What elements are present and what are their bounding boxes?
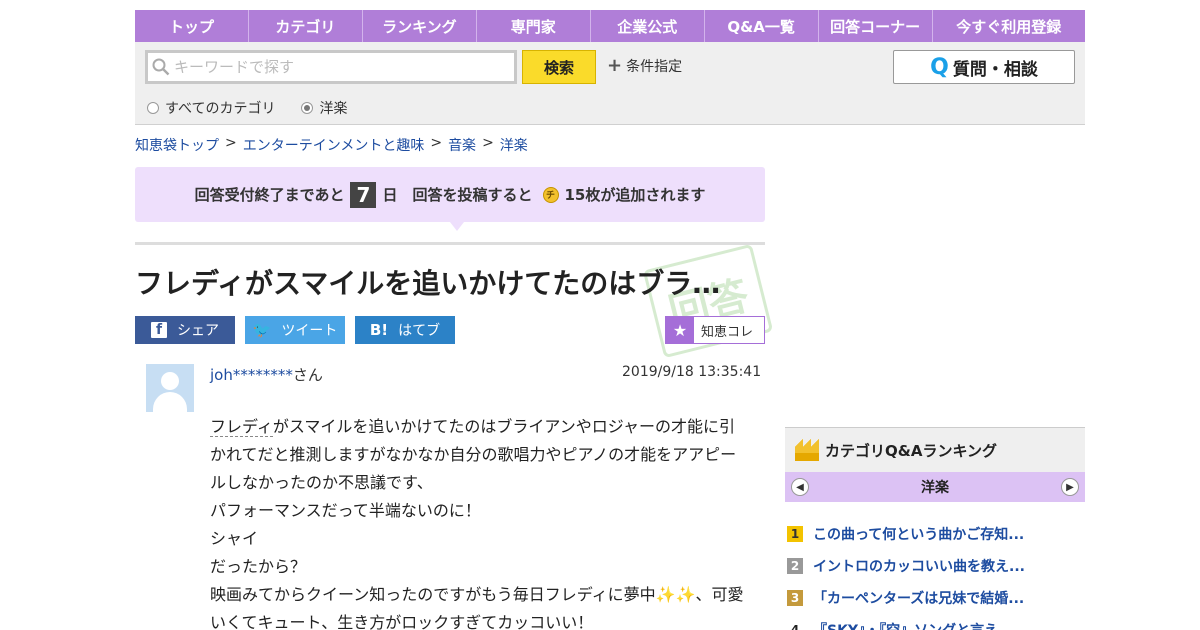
breadcrumb-top[interactable]: 知恵袋トップ (135, 135, 219, 155)
nav-qa-list[interactable]: Q&A一覧 (705, 10, 819, 42)
nav-ranking[interactable]: ランキング (363, 10, 477, 42)
search-input[interactable] (174, 58, 504, 76)
twitter-share-button[interactable]: 🐦 ツイート (245, 316, 345, 344)
question-line: パフォーマンスだって半端ないのに！ (210, 501, 481, 520)
question-line: だったから？ (210, 557, 307, 576)
banner-pointer (450, 222, 464, 231)
list-item: 3 「カーペンターズは兄妹で結婚... (785, 582, 1085, 614)
list-item: 2 イントロのカッコいい曲を教え... (785, 550, 1085, 582)
rank-number: 3 (787, 590, 803, 606)
ranking-link[interactable]: イントロのカッコいい曲を教え... (813, 556, 1025, 576)
rank-number: 1 (787, 526, 803, 542)
category-radio-group: すべてのカテゴリ 洋楽 (147, 98, 347, 118)
ranking-link[interactable]: この曲って何という曲かご存知... (813, 524, 1024, 544)
question-line: シャイ (210, 529, 259, 548)
crown-icon (795, 439, 819, 461)
hatena-share-label: はてブ (398, 323, 441, 339)
ranking-list: 1 この曲って何という曲かご存知... 2 イントロのカッコいい曲を教え... … (785, 518, 1085, 630)
chiekore-button[interactable]: ★ 知恵コレ (665, 316, 765, 344)
radio-dot (147, 102, 159, 114)
radio-dot-selected (301, 102, 314, 114)
question-date: 2019/9/18 13:35:41 (622, 364, 762, 380)
search-icon (152, 58, 170, 76)
question-line: ルしなかったのか不思議です、 (210, 473, 433, 492)
author-suffix: さん (292, 366, 323, 384)
next-arrow-icon[interactable]: ▶ (1061, 478, 1079, 496)
hatena-icon: B! (369, 321, 389, 339)
question-line: いくてキュート、生き方がロックすぎてカッコいい！ (210, 613, 594, 630)
breadcrumb: 知恵袋トップ > エンターテインメントと趣味 > 音楽 > 洋楽 (135, 135, 528, 155)
facebook-share-button[interactable]: f シェア (135, 316, 235, 344)
question-body: フレディがスマイルを追いかけてたのはブライアンやロジャーの才能に引 かれてだと推… (210, 413, 750, 630)
twitter-icon: 🐦 (252, 321, 272, 339)
nav-category[interactable]: カテゴリ (249, 10, 363, 42)
section-divider (135, 242, 765, 245)
chiekore-label: 知恵コレ (701, 324, 754, 340)
keyword-link[interactable]: フレディ (210, 417, 273, 437)
global-nav: トップ カテゴリ ランキング 専門家 企業公式 Q&A一覧 回答コーナー 今すぐ… (135, 10, 1085, 42)
question-line: 映画みてからクイーン知ったのですがもう毎日フレディに夢中✨✨、可愛 (210, 585, 744, 604)
nav-top[interactable]: トップ (135, 10, 249, 42)
breadcrumb-music[interactable]: 音楽 (448, 135, 476, 155)
nav-official[interactable]: 企業公式 (591, 10, 705, 42)
avatar[interactable] (146, 364, 194, 412)
question-title: フレディがスマイルを追いかけてたのはブラ… (135, 267, 721, 300)
facebook-share-label: シェア (177, 323, 219, 339)
ranking-category-bar: ◀ 洋楽 ▶ (785, 472, 1085, 502)
nav-register[interactable]: 今すぐ利用登録 (933, 10, 1085, 42)
radio-label: 洋楽 (319, 101, 348, 117)
breadcrumb-sep: > (225, 135, 237, 151)
search-area: 検索 + 条件指定 Q 質問・相談 すべてのカテゴリ 洋楽 (135, 42, 1085, 125)
plus-icon: + (607, 55, 623, 76)
breadcrumb-sep: > (430, 135, 443, 151)
star-icon: ★ (666, 317, 694, 343)
question-line: かれてだと推測しますがなかなか自分の歌唱力やピアノの才能をアアピー (210, 445, 737, 464)
author-link[interactable]: joh******** (210, 366, 293, 384)
ask-question-label: 質問・相談 (952, 59, 1038, 80)
radio-current-category[interactable]: 洋楽 (301, 98, 347, 118)
banner-text-3: 15枚が追加されます (564, 186, 706, 204)
days-remaining: 7 (350, 181, 377, 208)
condition-label: 条件指定 (626, 59, 683, 75)
list-item: 4 『SKY』・『空』ソングと言え... (785, 614, 1085, 630)
ranking-title: カテゴリQ&Aランキング (825, 441, 997, 460)
search-box (145, 50, 517, 84)
rank-number: 4 (790, 623, 800, 630)
facebook-icon: f (151, 322, 167, 338)
nav-answer-corner[interactable]: 回答コーナー (819, 10, 933, 42)
ask-question-button[interactable]: Q 質問・相談 (893, 50, 1075, 84)
question-author: joh********さん (210, 364, 323, 385)
prev-arrow-icon[interactable]: ◀ (791, 478, 809, 496)
nav-experts[interactable]: 専門家 (477, 10, 591, 42)
twitter-share-label: ツイート (281, 323, 338, 339)
breadcrumb-sep: > (482, 135, 494, 151)
hatena-bookmark-button[interactable]: B! はてブ (355, 316, 455, 344)
ranking-category: 洋楽 (921, 480, 949, 496)
radio-label: すべてのカテゴリ (165, 101, 276, 117)
ranking-link[interactable]: 「カーペンターズは兄妹で結婚... (813, 588, 1024, 608)
breadcrumb-western-music[interactable]: 洋楽 (500, 135, 528, 155)
banner-text-1: 回答受付終了まであと (194, 186, 345, 204)
coin-icon: チ (542, 186, 559, 203)
avatar-body (153, 392, 187, 412)
ranking-header: カテゴリQ&Aランキング (785, 427, 1085, 472)
breadcrumb-entertainment[interactable]: エンターテインメントと趣味 (243, 135, 425, 155)
rank-number: 2 (787, 558, 803, 574)
search-button[interactable]: 検索 (522, 50, 596, 84)
deadline-banner: 回答受付終了まであと 7 日 回答を投稿すると チ 15枚が追加されます (135, 167, 765, 222)
radio-all-categories[interactable]: すべてのカテゴリ (147, 98, 275, 118)
avatar-head (161, 372, 179, 390)
banner-text-2: 日 回答を投稿すると (382, 186, 533, 204)
ranking-link[interactable]: 『SKY』・『空』ソングと言え... (813, 620, 1014, 630)
list-item: 1 この曲って何という曲かご存知... (785, 518, 1085, 550)
question-line: フレディがスマイルを追いかけてたのはブライアンやロジャーの才能に引 (210, 417, 735, 437)
q-icon: Q (930, 54, 949, 80)
condition-link[interactable]: + 条件指定 (607, 56, 682, 76)
